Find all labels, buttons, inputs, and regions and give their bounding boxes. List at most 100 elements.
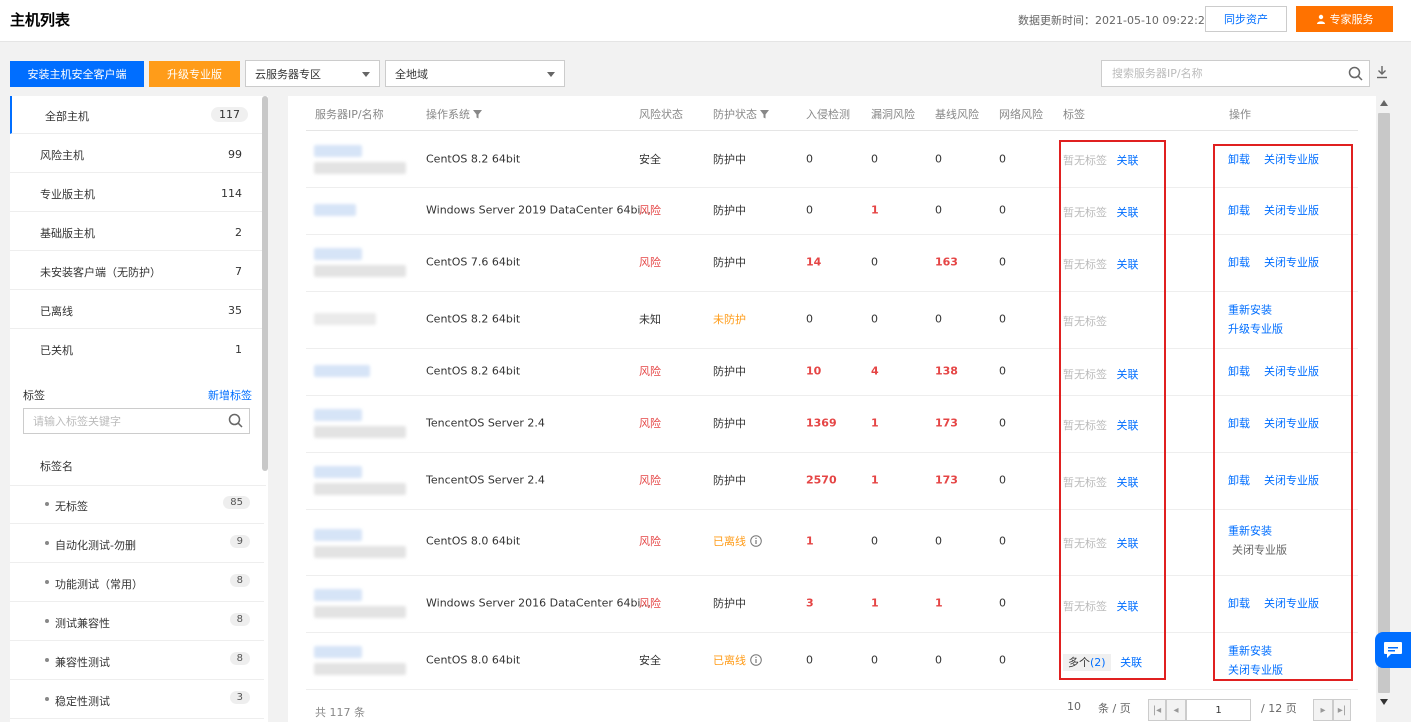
sidebar-scrollbar[interactable] — [262, 96, 268, 471]
column-header-protect[interactable]: 防护状态 — [713, 106, 769, 122]
risk-status: 风险 — [639, 256, 661, 269]
baseline-count: 0 — [935, 312, 942, 326]
intrusion-count: 2570 — [806, 473, 837, 487]
risk-status: 风险 — [639, 365, 661, 378]
os-cell: Windows Server 2019 DataCenter 64bi... — [426, 203, 651, 217]
main-scrollbar[interactable] — [1378, 113, 1390, 693]
install-client-button[interactable]: 安装主机安全客户端 — [10, 61, 144, 87]
sync-assets-button[interactable]: 同步资产 — [1205, 6, 1287, 32]
server-name-redacted[interactable] — [314, 193, 406, 227]
sidebar-item-pro-hosts[interactable]: 专业版主机 114 — [10, 174, 266, 212]
column-header-os[interactable]: 操作系统 — [426, 106, 482, 122]
column-header-os-label: 操作系统 — [426, 108, 470, 121]
table-row: Windows Server 2019 DataCenter 64bi... 风… — [306, 188, 1358, 235]
filter-icon[interactable] — [760, 109, 769, 119]
info-icon[interactable] — [750, 654, 762, 666]
baseline-count: 163 — [935, 255, 958, 269]
bullet-icon — [45, 619, 49, 623]
table-row: TencentOS Server 2.4 风险 防护中 2570 1 173 0… — [306, 453, 1358, 510]
download-icon[interactable] — [1376, 65, 1388, 79]
vuln-count: 0 — [871, 653, 878, 667]
tag-item[interactable]: 测试兼容性 8 — [10, 603, 264, 641]
server-name-redacted[interactable] — [314, 142, 406, 176]
caret-down-icon — [547, 72, 555, 77]
sidebar-item-all-hosts[interactable]: 全部主机 117 — [10, 96, 266, 134]
zone-select[interactable]: 云服务器专区 — [245, 60, 380, 87]
scroll-up-arrow[interactable] — [1380, 100, 1388, 106]
sidebar-item-label: 全部主机 — [45, 110, 89, 123]
table-row: CentOS 8.0 64bit 风险 已离线 1 0 0 0 暂无标签 关联 … — [306, 510, 1358, 576]
sidebar-item-label: 风险主机 — [40, 149, 84, 162]
page-header: 主机列表 数据更新时间：2021-05-10 09:22:24 同步资产 专家服… — [0, 0, 1411, 42]
region-select[interactable]: 全地域 — [385, 60, 565, 87]
server-name-redacted[interactable] — [314, 586, 406, 620]
last-page-button[interactable]: ▸| — [1333, 699, 1351, 721]
intrusion-count: 10 — [806, 364, 822, 378]
info-icon[interactable] — [750, 535, 762, 547]
bullet-icon — [45, 658, 49, 662]
tag-item[interactable]: 兼容性测试 8 — [10, 642, 264, 680]
update-time: 数据更新时间：2021-05-10 09:22:24 — [1018, 14, 1212, 27]
vuln-count: 1 — [871, 203, 879, 217]
current-page-input[interactable]: 1 — [1186, 699, 1251, 721]
sidebar-item-risk-hosts[interactable]: 风险主机 99 — [10, 135, 266, 173]
server-name-redacted[interactable] — [314, 302, 406, 336]
protect-status: 未防护 — [713, 313, 746, 326]
server-name-redacted[interactable] — [314, 245, 406, 279]
filter-icon[interactable] — [473, 109, 482, 119]
baseline-count: 173 — [935, 473, 958, 487]
tag-search-input[interactable] — [24, 409, 219, 433]
vuln-count: 0 — [871, 152, 878, 166]
column-header-risk: 风险状态 — [639, 108, 683, 121]
sidebar-item-label: 已离线 — [40, 305, 73, 318]
server-name-redacted[interactable] — [314, 526, 406, 560]
intrusion-count: 14 — [806, 255, 822, 269]
table-row: CentOS 8.0 64bit 安全 已离线 0 0 0 0 多个(2) 关联… — [306, 633, 1358, 690]
bullet-icon — [45, 541, 49, 545]
search-icon[interactable] — [228, 413, 243, 428]
server-name-redacted[interactable] — [314, 463, 406, 497]
tag-item[interactable]: 稳定性测试 3 — [10, 681, 264, 719]
sidebar-item-offline[interactable]: 已离线 35 — [10, 291, 266, 329]
tag-item-label: 无标签 — [55, 500, 88, 513]
first-page-button[interactable]: |◂ — [1148, 699, 1166, 721]
chat-support-button[interactable] — [1375, 632, 1411, 668]
caret-down-icon — [362, 72, 370, 77]
server-name-redacted[interactable] — [314, 354, 406, 388]
tag-item[interactable]: 自动化测试-勿删 9 — [10, 525, 264, 563]
tag-item[interactable]: 功能测试（常用） 8 — [10, 564, 264, 602]
baseline-count: 0 — [935, 653, 942, 667]
column-header-vuln: 漏洞风险 — [871, 108, 915, 121]
protect-status: 防护中 — [713, 417, 746, 430]
intrusion-count: 0 — [806, 312, 813, 326]
sidebar-item-unprotected[interactable]: 未安装客户端（无防护） 7 — [10, 252, 266, 290]
tag-item[interactable]: 无标签 85 — [10, 486, 264, 524]
vuln-count: 1 — [871, 416, 879, 430]
server-name-redacted[interactable] — [314, 643, 406, 677]
search-icon[interactable] — [1348, 66, 1363, 81]
sidebar-item-count: 117 — [211, 107, 248, 122]
sidebar-item-label: 已关机 — [40, 344, 73, 357]
expert-service-button[interactable]: 专家服务 — [1296, 6, 1393, 32]
table-row: CentOS 7.6 64bit 风险 防护中 14 0 163 0 暂无标签 … — [306, 235, 1358, 292]
page-size-label: 条 / 页 — [1098, 702, 1131, 715]
next-page-button[interactable]: ▸ — [1313, 699, 1333, 721]
tag-item-label: 稳定性测试 — [55, 695, 110, 708]
server-search-input[interactable] — [1102, 61, 1332, 86]
os-cell: CentOS 8.2 64bit — [426, 364, 521, 378]
server-name-redacted[interactable] — [314, 406, 406, 440]
vuln-count: 0 — [871, 312, 878, 326]
sidebar-item-basic-hosts[interactable]: 基础版主机 2 — [10, 213, 266, 251]
scroll-down-arrow[interactable] — [1380, 699, 1388, 705]
prev-page-button[interactable]: ◂ — [1166, 699, 1186, 721]
sidebar-item-label: 基础版主机 — [40, 227, 95, 240]
add-tag-link[interactable]: 新增标签 — [208, 387, 252, 403]
tag-item-count: 3 — [229, 691, 250, 704]
tag-name-header: 标签名 — [40, 460, 73, 473]
bullet-icon — [45, 502, 49, 506]
sidebar-item-shutdown[interactable]: 已关机 1 — [10, 330, 266, 368]
expert-service-label: 专家服务 — [1329, 13, 1374, 26]
protect-status: 防护中 — [713, 365, 746, 378]
upgrade-pro-button[interactable]: 升级专业版 — [149, 61, 240, 87]
page-size-select[interactable]: 10 — [1067, 700, 1081, 713]
